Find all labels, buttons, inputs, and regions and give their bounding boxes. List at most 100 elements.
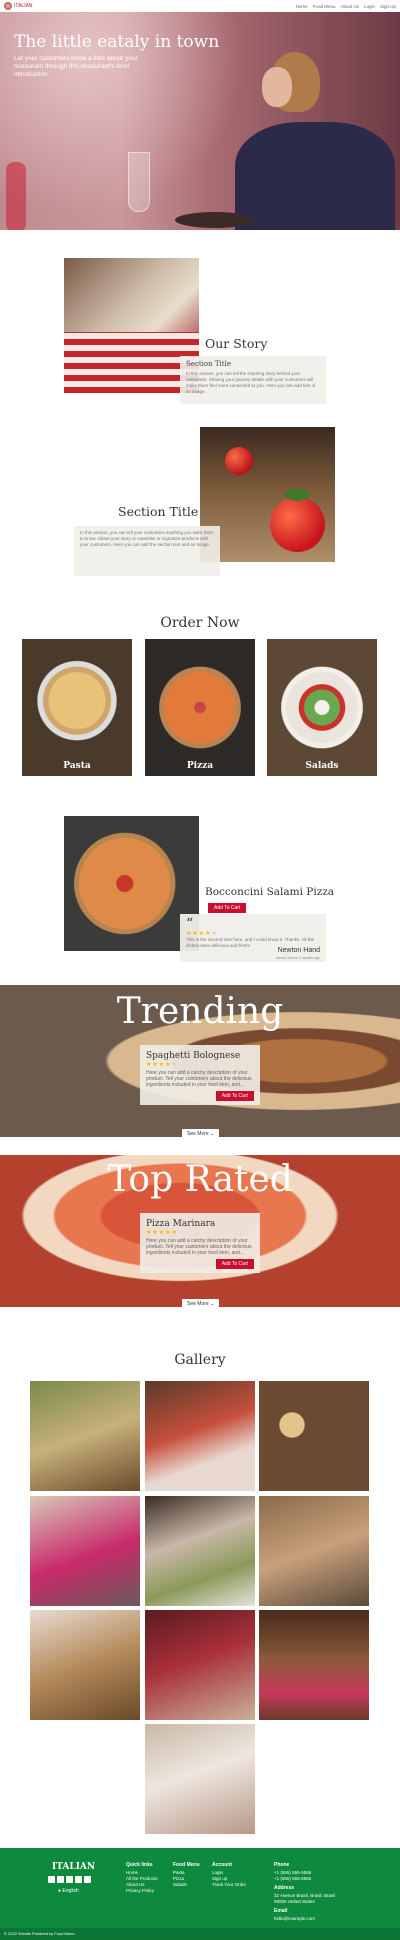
hero-subtitle: Let your customers know a little about y… bbox=[14, 55, 138, 78]
trending-add-to-cart-button[interactable]: Add To Cart bbox=[215, 1091, 254, 1101]
gallery-image[interactable] bbox=[30, 1610, 140, 1720]
brand-logo-icon bbox=[4, 2, 12, 10]
order-tile-salads[interactable]: Salads bbox=[267, 639, 377, 776]
review-rating-stars: ★★★★★ bbox=[186, 931, 218, 937]
section-title: Section Title bbox=[118, 504, 199, 519]
reviewer-name: Newton Hand bbox=[277, 947, 320, 954]
hero-section: The little eataly in town Let your custo… bbox=[0, 12, 400, 230]
top-rated-dish-text: Here you can add a catchy description of… bbox=[146, 1238, 252, 1256]
nav-link-login[interactable]: Login bbox=[364, 4, 375, 9]
gallery-image[interactable] bbox=[259, 1610, 369, 1720]
featured-dish-image bbox=[64, 816, 199, 951]
hero-title: The little eataly in town bbox=[14, 32, 220, 52]
top-rated-see-more-label: See More bbox=[187, 1301, 209, 1307]
footer-email-title: Email bbox=[274, 1908, 288, 1914]
trending-dish-text: Here you can add a catchy description of… bbox=[146, 1070, 252, 1088]
order-tile-pasta-label: Pasta bbox=[63, 761, 91, 771]
brand-name: ITALIAN bbox=[14, 3, 33, 9]
top-rated-add-to-cart-button[interactable]: Add To Cart bbox=[215, 1259, 254, 1269]
brand[interactable]: ITALIAN bbox=[4, 2, 33, 10]
review-card: “ ★★★★★ This is the second time here, an… bbox=[180, 914, 326, 962]
chevron-down-icon: ⌄ bbox=[210, 1131, 215, 1137]
order-tile-pizza-label: Pizza bbox=[186, 761, 214, 771]
hero-woman-face bbox=[262, 67, 292, 107]
story-title: Our Story bbox=[205, 336, 268, 351]
gallery-image[interactable] bbox=[259, 1496, 369, 1606]
linkedin-icon[interactable] bbox=[75, 1876, 82, 1883]
copyright-bar: © 2022 Wixsite Powered by Food Menu bbox=[0, 1928, 400, 1940]
footer-link[interactable]: Privacy Policy bbox=[126, 1888, 158, 1894]
footer-email[interactable]: hello@example.com bbox=[274, 1916, 335, 1922]
nav-link-food-menu[interactable]: Food Menu bbox=[313, 4, 336, 9]
trending-see-more-label: See More bbox=[187, 1131, 209, 1137]
footer-address: 00000 United States bbox=[274, 1899, 315, 1904]
footer-quick-links: Quick links Home All the Products About … bbox=[126, 1862, 158, 1894]
trending-rating-stars: ★★★★★ bbox=[146, 1062, 178, 1068]
instagram-icon[interactable] bbox=[84, 1876, 91, 1883]
trending-dish-name: Spaghetti Bolognese bbox=[146, 1051, 241, 1061]
hero-plate-image bbox=[175, 212, 255, 228]
section-card: In this section, you can tell your custo… bbox=[74, 526, 220, 576]
top-rated-see-more-button[interactable]: See More ⌄ bbox=[182, 1299, 220, 1307]
gallery-image[interactable] bbox=[259, 1381, 369, 1491]
language-label: English bbox=[62, 1888, 79, 1894]
featured-add-to-cart-button[interactable]: Add To Cart bbox=[208, 903, 247, 913]
reviewer-date: Jenna Greeve 3 months ago bbox=[275, 956, 320, 960]
order-tile-pizza[interactable]: Pizza bbox=[145, 639, 255, 776]
chevron-down-icon: ⌄ bbox=[210, 1301, 215, 1307]
footer-quick-links-title: Quick links bbox=[126, 1862, 153, 1868]
footer-account-title: Account bbox=[212, 1862, 232, 1868]
nav-link-home[interactable]: Home bbox=[296, 4, 308, 9]
story-card: Section Title In this section, you can t… bbox=[180, 356, 326, 404]
nav-link-sign-up[interactable]: Sign Up bbox=[380, 4, 396, 9]
tomato-large bbox=[270, 497, 325, 552]
section-card-text: In this section, you can tell your custo… bbox=[80, 530, 214, 547]
gallery-image[interactable] bbox=[30, 1496, 140, 1606]
footer-brand: ITALIAN bbox=[52, 1862, 96, 1872]
nav-link-about-us[interactable]: About Us bbox=[340, 4, 359, 9]
youtube-icon[interactable] bbox=[66, 1876, 73, 1883]
gallery-image[interactable] bbox=[145, 1496, 255, 1606]
top-rated-banner: Top Rated Pizza Marinara ★★★★★ Here you … bbox=[0, 1155, 400, 1307]
hero-wine-glass-image bbox=[128, 152, 150, 212]
top-rated-rating-stars: ★★★★★ bbox=[146, 1230, 178, 1236]
hero-woman-image bbox=[235, 122, 395, 230]
nav-links: Home Food Menu About Us Login Sign Up bbox=[296, 4, 396, 9]
footer-phone[interactable]: +1 (555) 555-5555 bbox=[274, 1876, 335, 1882]
footer-contact: Phone +1 (555) 555-5555 +1 (555) 555-555… bbox=[274, 1862, 335, 1922]
twitter-icon[interactable] bbox=[57, 1876, 64, 1883]
story-card-title: Section Title bbox=[186, 360, 231, 368]
tomato-stem bbox=[285, 489, 310, 501]
section-image bbox=[200, 427, 335, 562]
featured-dish-name: Bocconcini Salami Pizza bbox=[205, 886, 335, 898]
footer-link[interactable]: Salads bbox=[173, 1882, 200, 1888]
story-image bbox=[64, 258, 199, 393]
gallery-image[interactable] bbox=[145, 1724, 255, 1834]
top-nav: ITALIAN Home Food Menu About Us Login Si… bbox=[0, 0, 400, 12]
order-now-title: Order Now bbox=[160, 615, 240, 631]
top-rated-dish-card: Pizza Marinara ★★★★★ Here you can add a … bbox=[140, 1213, 260, 1273]
trending-see-more-button[interactable]: See More ⌄ bbox=[182, 1129, 220, 1137]
footer-food-menu: Food Menu Pasta Pizza Salads bbox=[173, 1862, 200, 1888]
social-links bbox=[48, 1876, 91, 1883]
trending-title: Trending bbox=[116, 991, 284, 1032]
order-tile-pasta[interactable]: Pasta bbox=[22, 639, 132, 776]
language-selector[interactable]: ● English bbox=[58, 1888, 79, 1894]
tomato-small bbox=[225, 447, 253, 475]
gallery-title: Gallery bbox=[174, 1352, 226, 1368]
footer-account: Account Login Sign up Track Your Order bbox=[212, 1862, 246, 1888]
footer-link[interactable]: Track Your Order bbox=[212, 1882, 246, 1888]
footer-address-title: Address bbox=[274, 1885, 295, 1891]
gallery-image[interactable] bbox=[145, 1381, 255, 1491]
gallery-image[interactable] bbox=[145, 1610, 255, 1720]
trending-dish-card: Spaghetti Bolognese ★★★★★ Here you can a… bbox=[140, 1045, 260, 1105]
footer: ITALIAN ● English Quick links Home All t… bbox=[0, 1848, 400, 1928]
footer-food-menu-title: Food Menu bbox=[173, 1862, 200, 1868]
story-card-text: In this section, you can tell the inspir… bbox=[186, 371, 316, 394]
gallery-image[interactable] bbox=[30, 1381, 140, 1491]
top-rated-dish-name: Pizza Marinara bbox=[146, 1219, 216, 1229]
facebook-icon[interactable] bbox=[48, 1876, 55, 1883]
trending-banner: Trending Spaghetti Bolognese ★★★★★ Here … bbox=[0, 985, 400, 1137]
globe-icon: ● bbox=[58, 1888, 62, 1894]
footer-phone-title: Phone bbox=[274, 1862, 290, 1868]
